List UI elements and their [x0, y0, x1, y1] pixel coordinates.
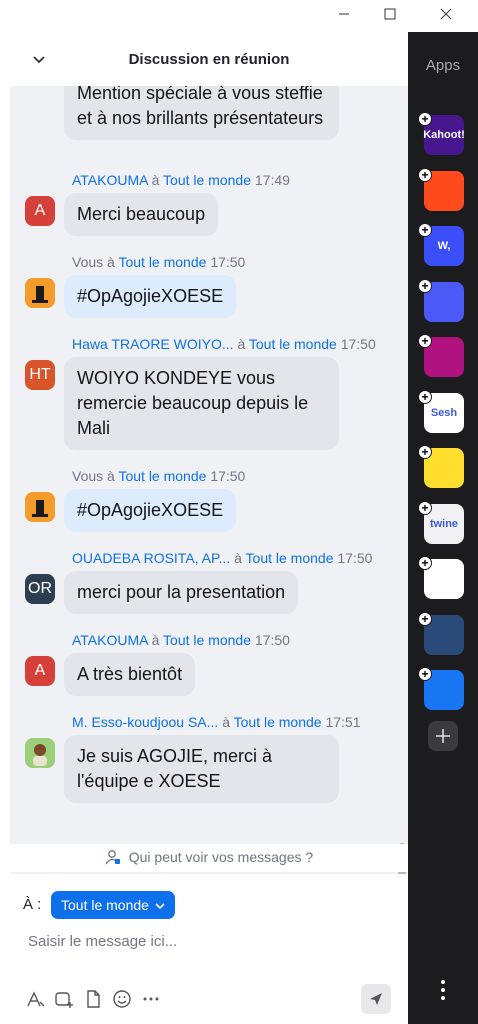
- minimize-icon[interactable]: [322, 0, 366, 28]
- message-meta: OUADEBA ROSITA, AP... à Tout le monde 17…: [72, 550, 373, 566]
- maximize-icon[interactable]: [368, 0, 412, 28]
- emoji-icon[interactable]: [111, 988, 133, 1010]
- plus-icon[interactable]: +: [418, 612, 432, 626]
- to-label: À :: [23, 896, 42, 913]
- sender-name[interactable]: M. Esso-koudjoou SA...: [72, 714, 218, 730]
- message-meta: Vous à Tout le monde 17:50: [72, 254, 246, 270]
- sender-name: Vous: [72, 468, 104, 484]
- avatar[interactable]: [25, 492, 55, 522]
- message-time: 17:50: [337, 550, 373, 566]
- avatar[interactable]: A: [25, 196, 55, 226]
- message-bubble[interactable]: Merci beaucoup: [64, 193, 219, 236]
- message-meta: ATAKOUMA à Tout le monde 17:49: [72, 172, 290, 188]
- app-label: Sesh: [430, 407, 458, 419]
- person-lock-icon: [105, 849, 121, 868]
- window-titlebar: [0, 0, 478, 32]
- message-time: 17:51: [325, 714, 361, 730]
- recipient-name[interactable]: Tout le monde: [118, 468, 206, 484]
- message-time: 17:50: [210, 254, 246, 270]
- message-bubble[interactable]: A très bientôt: [64, 653, 196, 696]
- chat-header: Discussion en réunion: [10, 32, 408, 86]
- sender-name[interactable]: ATAKOUMA: [72, 172, 148, 188]
- recipient-name[interactable]: Tout le monde: [234, 714, 322, 730]
- avatar[interactable]: HT: [25, 360, 55, 390]
- add-app-button[interactable]: [428, 721, 458, 751]
- message-time: 17:50: [340, 336, 376, 352]
- app-label: W,: [437, 240, 451, 252]
- chevron-down-icon: [155, 897, 165, 913]
- message-time: 17:49: [254, 172, 290, 188]
- avatar[interactable]: [25, 278, 55, 308]
- plus-icon: [436, 729, 450, 743]
- message-composer: À : Tout le monde: [10, 874, 408, 1024]
- recipient-dropdown-label: Tout le monde: [61, 897, 149, 913]
- recipient-name[interactable]: Tout le monde: [249, 336, 337, 352]
- message-bubble[interactable]: #OpAgojieXOESE: [64, 275, 237, 318]
- plus-icon[interactable]: +: [418, 279, 432, 293]
- recipient-name[interactable]: Tout le monde: [246, 550, 334, 566]
- avatar[interactable]: OR: [25, 574, 55, 604]
- plus-icon[interactable]: +: [418, 334, 432, 348]
- apps-sidebar: Apps Kahoot! + + W, + + + Sesh + + twine + + + +: [408, 32, 478, 1024]
- message-time: 17:50: [210, 468, 246, 484]
- message-list: Mention spéciale à vous steffie et à nos…: [10, 86, 408, 874]
- plus-icon[interactable]: +: [418, 390, 432, 404]
- chat-scrollbar[interactable]: [398, 146, 406, 874]
- plus-icon[interactable]: +: [418, 223, 432, 237]
- avatar[interactable]: [25, 738, 55, 768]
- more-vertical-icon[interactable]: [438, 978, 448, 1002]
- recipient-name[interactable]: Tout le monde: [163, 632, 251, 648]
- recipient-dropdown[interactable]: Tout le monde: [51, 891, 175, 919]
- app-label: twine: [429, 518, 459, 530]
- file-icon[interactable]: [82, 988, 104, 1010]
- sender-name[interactable]: OUADEBA ROSITA, AP...: [72, 550, 230, 566]
- avatar[interactable]: A: [25, 656, 55, 686]
- format-text-icon[interactable]: [24, 988, 46, 1010]
- message-meta: Hawa TRAORE WOIYO... à Tout le monde 17:…: [72, 336, 376, 352]
- privacy-note-text[interactable]: Qui peut voir vos messages ?: [129, 849, 313, 865]
- message-bubble[interactable]: Je suis AGOJIE, merci à l'équipe e XOESE: [64, 735, 339, 803]
- recipient-name[interactable]: Tout le monde: [118, 254, 206, 270]
- send-button[interactable]: [361, 984, 391, 1014]
- plus-icon[interactable]: +: [418, 556, 432, 570]
- chat-title: Discussion en réunion: [128, 51, 290, 68]
- sender-name[interactable]: Hawa TRAORE WOIYO...: [72, 336, 234, 352]
- screenshot-icon[interactable]: [53, 988, 75, 1010]
- sender-name: Vous: [72, 254, 104, 270]
- app-label: Kahoot!: [423, 129, 465, 141]
- plus-icon[interactable]: +: [418, 168, 432, 182]
- plus-icon[interactable]: +: [418, 445, 432, 459]
- meeting-chat-panel: Discussion en réunion Mention spéciale à…: [10, 32, 408, 1024]
- more-tools-icon[interactable]: [140, 988, 162, 1010]
- message-bubble[interactable]: Mention spéciale à vous steffie et à nos…: [64, 86, 339, 140]
- sender-name[interactable]: ATAKOUMA: [72, 632, 148, 648]
- message-meta: M. Esso-koudjoou SA... à Tout le monde 1…: [72, 714, 361, 730]
- message-meta: ATAKOUMA à Tout le monde 17:50: [72, 632, 290, 648]
- plus-icon[interactable]: +: [418, 501, 432, 515]
- apps-title: Apps: [425, 57, 461, 74]
- message-meta: Vous à Tout le monde 17:50: [72, 468, 246, 484]
- send-icon: [370, 993, 382, 1005]
- message-bubble[interactable]: #OpAgojieXOESE: [64, 489, 237, 532]
- privacy-note[interactable]: Qui peut voir vos messages ?: [10, 844, 408, 872]
- recipient-name[interactable]: Tout le monde: [163, 172, 251, 188]
- plus-icon[interactable]: +: [418, 112, 432, 126]
- plus-icon[interactable]: +: [418, 667, 432, 681]
- message-bubble[interactable]: WOIYO KONDEYE vous remercie beaucoup dep…: [64, 357, 339, 450]
- close-icon[interactable]: [424, 0, 468, 28]
- message-time: 17:50: [254, 632, 290, 648]
- message-input[interactable]: [28, 929, 388, 953]
- message-bubble[interactable]: merci pour la presentation: [64, 571, 299, 614]
